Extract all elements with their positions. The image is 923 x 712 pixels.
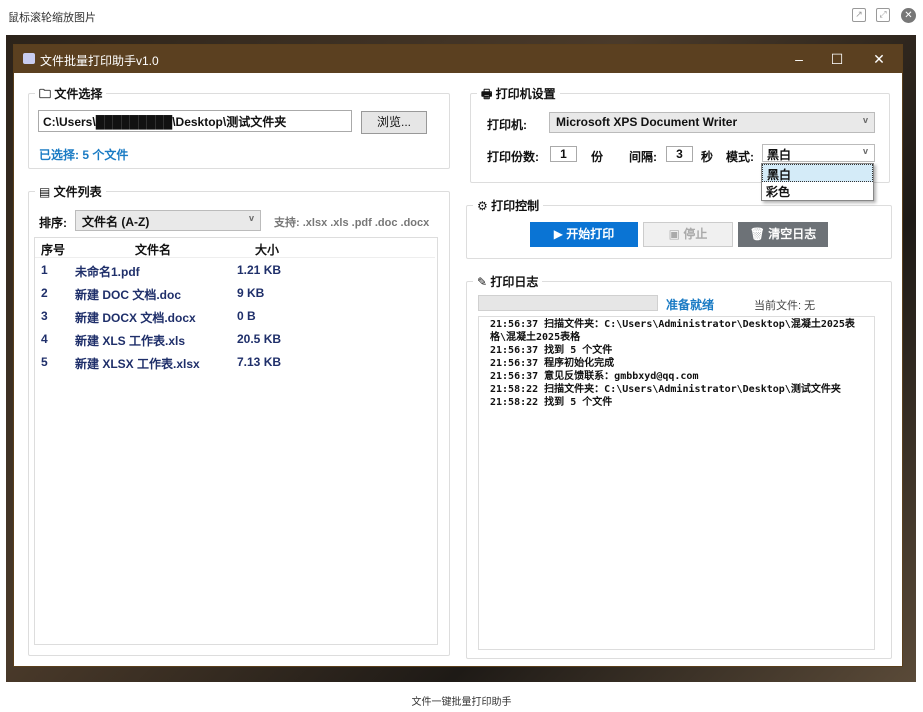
open-external-icon[interactable]: ↗ xyxy=(852,8,866,22)
mode-option-color[interactable]: 彩色 xyxy=(762,182,873,200)
row-size: 7.13 KB xyxy=(237,355,282,369)
mode-dropdown: 黑白 彩色 xyxy=(761,163,874,201)
clear-log-label: 清空日志 xyxy=(768,227,817,241)
browse-button[interactable]: 浏览... xyxy=(361,111,427,134)
table-row[interactable]: 4 新建 XLS 工作表.xls 20.5 KB xyxy=(35,329,435,352)
close-viewer-icon[interactable]: ✕ xyxy=(901,8,916,23)
column-index[interactable]: 序号 xyxy=(41,241,65,258)
sort-value: 文件名 (A-Z) xyxy=(82,215,150,229)
column-name[interactable]: 文件名 xyxy=(135,241,171,258)
log-line: 21:56:37 找到 5 个文件 xyxy=(490,345,613,356)
file-select-group: 🗀 文件选择 C:\Users\█████████\Desktop\测试文件夹 … xyxy=(28,85,450,169)
mode-option-bw[interactable]: 黑白 xyxy=(762,164,873,182)
selected-count: 已选择: 5 个文件 xyxy=(39,148,129,162)
edit-icon: ✎ xyxy=(477,275,491,289)
maximize-button[interactable]: ☐ xyxy=(827,49,847,69)
interval-label: 间隔: xyxy=(629,150,657,164)
mode-label: 模式: xyxy=(726,150,754,164)
chevron-down-icon: v xyxy=(248,213,254,223)
print-log-heading: ✎ 打印日志 xyxy=(473,273,543,290)
image-caption: 文件一键批量打印助手 xyxy=(411,697,512,708)
mode-value: 黑白 xyxy=(767,148,792,162)
log-line: 21:56:37 程序初始化完成 xyxy=(490,358,615,369)
folder-icon: 🗀 xyxy=(39,87,55,101)
chevron-down-icon: v xyxy=(862,115,868,125)
copies-unit: 份 xyxy=(591,150,604,164)
sort-select[interactable]: 文件名 (A-Z) v xyxy=(75,210,261,231)
list-icon: ▤ xyxy=(39,185,54,199)
row-size: 0 B xyxy=(237,309,256,323)
title-bar[interactable]: 文件批量打印助手v1.0 – ☐ ✕ xyxy=(14,45,902,73)
row-index: 1 xyxy=(41,263,48,277)
trash-icon: 🗑 xyxy=(749,227,769,241)
log-line: 21:56:37 扫描文件夹：C:\Users\Administrator\De… xyxy=(490,319,855,343)
table-row[interactable]: 2 新建 DOC 文档.doc 9 KB xyxy=(35,283,435,306)
row-index: 3 xyxy=(41,309,48,323)
file-list-heading: ▤ 文件列表 xyxy=(35,183,106,200)
row-filename: 新建 DOCX 文档.docx xyxy=(75,311,196,325)
table-row[interactable]: 3 新建 DOCX 文档.docx 0 B xyxy=(35,306,435,329)
printer-settings-heading: 🖶 打印机设置 xyxy=(477,85,560,106)
print-control-group: ⚙ 打印控制 ▶ 开始打印 ▣ 停止 🗑 清空日志 xyxy=(466,197,892,259)
file-list-label: 文件列表 xyxy=(53,185,102,199)
copies-input[interactable]: 1 xyxy=(550,146,577,162)
progress-bar xyxy=(478,295,658,311)
viewer-title: 鼠标滚轮缩放图片 xyxy=(8,12,96,24)
print-control-heading: ⚙ 打印控制 xyxy=(473,197,544,214)
file-list-group: ▤ 文件列表 排序: 文件名 (A-Z) v 支持: .xlsx .xls .pd… xyxy=(28,183,450,656)
clear-log-button[interactable]: 🗑 清空日志 xyxy=(738,222,828,247)
status-text: 准备就绪 xyxy=(666,298,715,312)
printer-select[interactable]: Microsoft XPS Document Writer v xyxy=(549,112,875,133)
stop-label: 停止 xyxy=(683,227,708,241)
row-size: 9 KB xyxy=(237,286,265,300)
printer-label: 打印机: xyxy=(487,118,527,132)
gear-icon: ⚙ xyxy=(477,199,492,213)
stop-button[interactable]: ▣ 停止 xyxy=(643,222,733,247)
current-file: 当前文件: 无 xyxy=(754,300,816,312)
file-select-label: 文件选择 xyxy=(54,87,103,101)
copies-label: 打印份数: xyxy=(487,150,539,164)
file-select-heading: 🗀 文件选择 xyxy=(35,85,107,106)
printer-icon: 🖶 xyxy=(481,87,496,101)
row-filename: 新建 XLSX 工作表.xlsx xyxy=(75,357,200,371)
chevron-down-icon: v xyxy=(862,146,868,156)
mode-select[interactable]: 黑白 v xyxy=(762,144,875,162)
log-textarea[interactable]: 21:56:37 扫描文件夹：C:\Users\Administrator\De… xyxy=(478,316,875,650)
row-index: 2 xyxy=(41,286,48,300)
fullscreen-icon[interactable]: ⤢ xyxy=(876,8,890,22)
interval-unit: 秒 xyxy=(701,150,714,164)
row-filename: 新建 DOC 文档.doc xyxy=(75,288,182,302)
file-table[interactable]: 序号 文件名 大小 1 未命名1.pdf 1.21 KB 2 新建 DOC 文档.doc… xyxy=(34,237,438,645)
row-filename: 新建 XLS 工作表.xls xyxy=(75,334,186,348)
close-button[interactable]: ✕ xyxy=(869,49,889,69)
print-control-label: 打印控制 xyxy=(491,199,540,213)
supported-types: 支持: .xlsx .xls .pdf .doc .docx xyxy=(274,217,430,229)
stop-icon: ▣ xyxy=(668,227,684,241)
window-title: 文件批量打印助手v1.0 xyxy=(40,54,159,68)
app-window: 文件批量打印助手v1.0 – ☐ ✕ 🗀 文件选择 C:\Users\█████… xyxy=(13,44,903,667)
table-row[interactable]: 5 新建 XLSX 工作表.xlsx 7.13 KB xyxy=(35,352,435,375)
row-filename: 未命名1.pdf xyxy=(75,265,140,279)
sort-label: 排序: xyxy=(39,216,67,230)
printer-settings-label: 打印机设置 xyxy=(495,87,556,101)
row-size: 1.21 KB xyxy=(237,263,282,277)
log-line: 21:58:22 找到 5 个文件 xyxy=(490,397,613,408)
row-index: 4 xyxy=(41,332,48,346)
table-header: 序号 文件名 大小 xyxy=(35,238,435,258)
row-index: 5 xyxy=(41,355,48,369)
column-size[interactable]: 大小 xyxy=(255,241,279,258)
folder-path-input[interactable]: C:\Users\█████████\Desktop\测试文件夹 xyxy=(38,110,352,132)
print-log-group: ✎ 打印日志 准备就绪 当前文件: 无 21:56:37 扫描文件夹：C:\Us… xyxy=(466,273,892,659)
app-icon xyxy=(23,53,35,64)
log-line: 21:56:37 意见反馈联系：gmbbxyd@qq.com xyxy=(490,371,699,382)
printer-value: Microsoft XPS Document Writer xyxy=(556,115,738,129)
interval-input[interactable]: 3 xyxy=(666,146,693,162)
print-log-label: 打印日志 xyxy=(490,275,539,289)
log-line: 21:58:22 扫描文件夹：C:\Users\Administrator\De… xyxy=(490,384,841,395)
start-print-button[interactable]: ▶ 开始打印 xyxy=(530,222,638,247)
table-row[interactable]: 1 未命名1.pdf 1.21 KB xyxy=(35,260,435,283)
minimize-button[interactable]: – xyxy=(789,49,809,69)
row-size: 20.5 KB xyxy=(237,332,282,346)
